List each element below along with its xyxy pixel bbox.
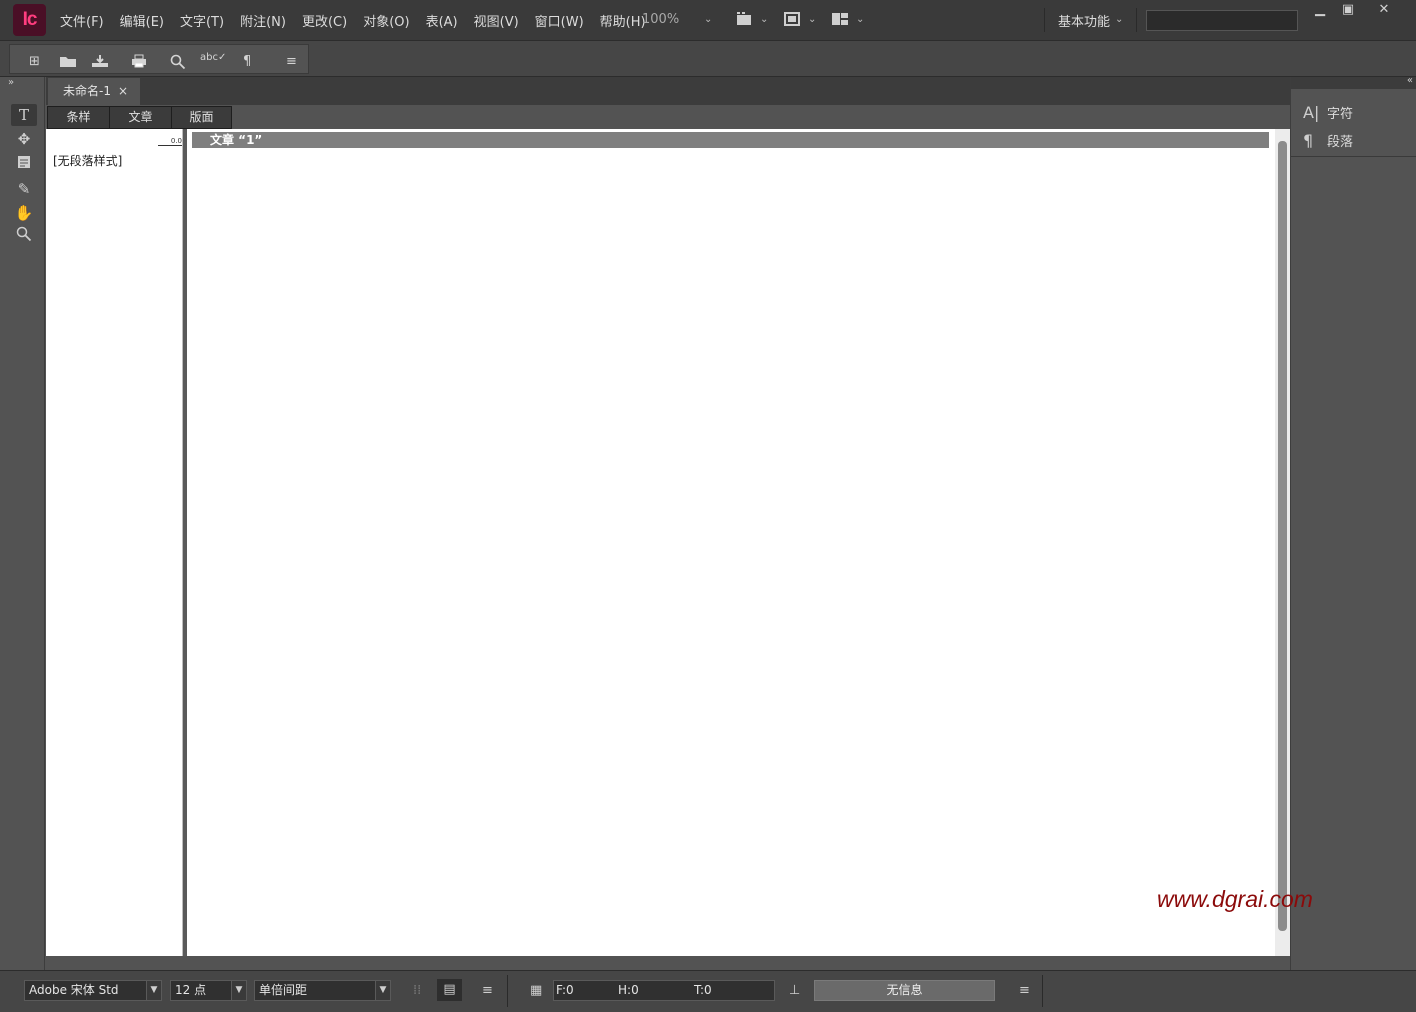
panel-paragraph[interactable]: ¶ 段落 <box>1303 131 1353 153</box>
menu-file[interactable]: 文件(F) <box>52 11 112 30</box>
column-divider[interactable] <box>183 129 187 956</box>
info-field: 无信息 <box>814 980 995 1001</box>
toolbar-menu-icon[interactable]: ≡ <box>286 54 297 69</box>
note-tool-icon[interactable] <box>11 154 37 176</box>
panel-character-label: 字符 <box>1327 107 1354 122</box>
character-icon: A| <box>1303 103 1320 122</box>
menu-object[interactable]: 对象(O) <box>355 11 417 30</box>
panel-header: « <box>1291 75 1416 89</box>
depth-ruler-icon[interactable]: ⊥ <box>789 983 800 998</box>
save-icon[interactable] <box>91 54 109 72</box>
open-folder-icon[interactable] <box>59 54 77 72</box>
panel-paragraph-label: 段落 <box>1327 135 1354 150</box>
divider <box>1291 156 1416 157</box>
menu-type[interactable]: 文字(T) <box>172 11 232 30</box>
zoom-chevron-down-icon[interactable]: ⌄ <box>704 14 712 25</box>
tab-galley[interactable]: 条样 <box>47 106 110 129</box>
tab-story[interactable]: 文章 <box>109 106 172 129</box>
arrange-documents-icon[interactable] <box>831 11 849 30</box>
title-menu-bar: Ic 文件(F) 编辑(E) 文字(T) 附注(N) 更改(C) 对象(O) 表… <box>0 0 1416 40</box>
story-header: 文章 “1” <box>192 132 1269 148</box>
story-view-icon[interactable]: ▤ <box>437 979 462 1001</box>
expand-panel-icon[interactable]: » <box>8 77 14 88</box>
menu-changes[interactable]: 更改(C) <box>294 11 355 30</box>
screen-mode-chevron-down-icon[interactable]: ⌄ <box>808 14 816 25</box>
divider <box>507 975 508 1007</box>
arrange-chevron-down-icon[interactable]: ⌄ <box>856 14 864 25</box>
font-family-field[interactable]: Adobe 宋体 Std <box>24 980 147 1001</box>
collapse-panel-icon[interactable]: « <box>1407 75 1413 86</box>
scrollbar-thumb[interactable] <box>1278 141 1287 931</box>
menu-view[interactable]: 视图(V) <box>466 11 527 30</box>
right-panel-dock: « A| 字符 ¶ 段落 <box>1290 75 1416 970</box>
minimize-icon[interactable]: ▁ <box>1305 2 1335 20</box>
restore-icon[interactable]: ▣ <box>1333 2 1363 20</box>
print-icon[interactable] <box>131 54 147 72</box>
divider <box>1042 975 1043 1007</box>
eyedropper-icon[interactable]: ✎ <box>11 178 37 200</box>
font-family-chevron-down-icon[interactable]: ▼ <box>146 980 162 1001</box>
tools-panel: » T ✥ ✎ ✋ <box>0 77 45 970</box>
document-tab[interactable]: 未命名-1 × <box>48 78 140 105</box>
story-editor[interactable]: 0.0 [无段落样式] 文章 “1” <box>46 129 1290 956</box>
close-window-icon[interactable]: ✕ <box>1369 2 1399 20</box>
count-field: F:0 H:0 T:0 <box>553 980 775 1001</box>
type-tool-icon[interactable]: T <box>11 104 37 126</box>
zoom-tool-icon[interactable] <box>11 226 37 248</box>
workspace-chevron-down-icon[interactable]: ⌄ <box>1115 14 1123 25</box>
depth-ruler: 0.0 <box>158 137 182 146</box>
info-menu-icon[interactable]: ≡ <box>1019 983 1030 998</box>
line-spacing-field[interactable]: 单倍间距 <box>254 980 376 1001</box>
app-logo: Ic <box>13 4 46 36</box>
font-size-field[interactable]: 12 点 <box>170 980 232 1001</box>
pilcrow-icon[interactable]: ¶ <box>243 54 251 69</box>
position-tool-icon[interactable]: ✥ <box>11 128 37 150</box>
menu-bar: 文件(F) 编辑(E) 文字(T) 附注(N) 更改(C) 对象(O) 表(A)… <box>52 0 654 40</box>
search-input[interactable] <box>1146 10 1298 31</box>
tab-layout[interactable]: 版面 <box>171 106 232 129</box>
new-document-icon[interactable]: ⊞ <box>29 54 40 69</box>
spellcheck-icon[interactable]: abc✓ <box>200 52 226 63</box>
screen-mode-icon[interactable] <box>783 11 801 30</box>
view-options-chevron-down-icon[interactable]: ⌄ <box>760 14 768 25</box>
document-tab-title: 未命名-1 <box>63 84 111 98</box>
font-size-chevron-down-icon[interactable]: ▼ <box>231 980 247 1001</box>
search-icon[interactable] <box>170 54 186 74</box>
vertical-scrollbar[interactable] <box>1275 129 1290 956</box>
style-column: 0.0 [无段落样式] <box>46 129 183 956</box>
t-count: T:0 <box>694 983 712 997</box>
view-tabs: 条样 文章 版面 <box>46 105 1290 129</box>
divider <box>1136 8 1137 32</box>
menu-window[interactable]: 窗口(W) <box>527 11 592 30</box>
f-count: F:0 <box>556 983 574 997</box>
menu-table[interactable]: 表(A) <box>418 11 466 30</box>
menu-edit[interactable]: 编辑(E) <box>112 11 172 30</box>
paragraph-style-label: [无段落样式] <box>53 154 123 168</box>
h-count: H:0 <box>618 983 639 997</box>
paragraph-icon: ¶ <box>1303 131 1314 150</box>
watermark: www.dgrai.com <box>1157 886 1313 912</box>
panel-character[interactable]: A| 字符 <box>1303 103 1353 125</box>
line-spacing-chevron-down-icon[interactable]: ▼ <box>375 980 391 1001</box>
split-columns-icon[interactable]: ⁞⁞ <box>413 983 421 998</box>
menu-notes[interactable]: 附注(N) <box>232 11 294 30</box>
divider <box>1044 8 1045 32</box>
status-menu-icon[interactable]: ≡ <box>482 983 493 998</box>
document-info-icon: ▦ <box>530 983 543 998</box>
workspace-switcher[interactable]: 基本功能 <box>1058 11 1110 30</box>
editor-bottom-bar <box>46 956 1290 970</box>
close-tab-icon[interactable]: × <box>118 78 128 105</box>
control-toolbar: ⊞ abc✓ ¶ ≡ <box>0 40 1416 77</box>
status-bar: Adobe 宋体 Std ▼ 12 点 ▼ 单倍间距 ▼ ⁞⁞ ▤ ≡ ▦ F:… <box>0 970 1416 1012</box>
view-options-icon[interactable] <box>735 11 753 30</box>
toolbar-group: ⊞ abc✓ ¶ ≡ <box>9 44 309 74</box>
document-tab-bar: 未命名-1 × <box>46 77 1290 105</box>
hand-tool-icon[interactable]: ✋ <box>11 202 37 224</box>
